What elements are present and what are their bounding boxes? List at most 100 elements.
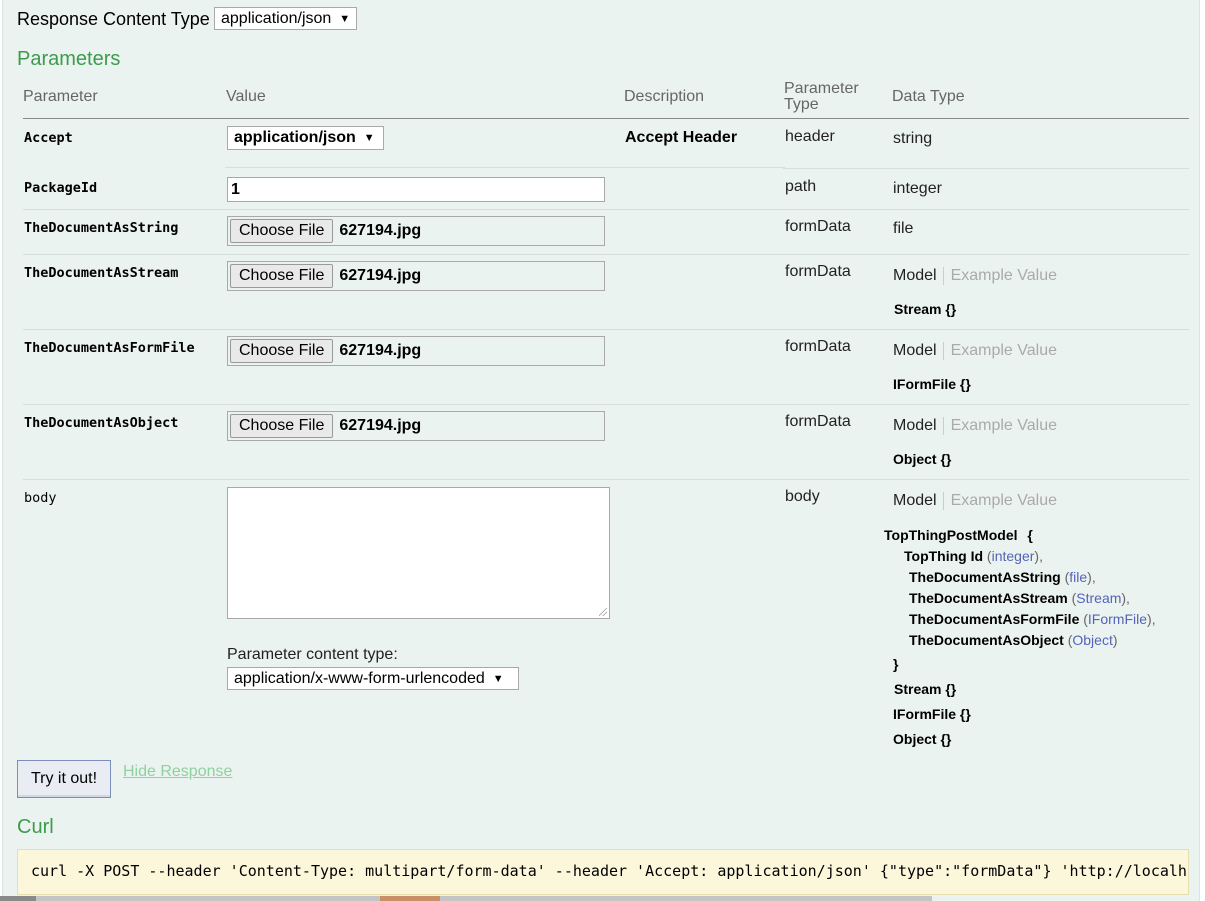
model-property: TheDocumentAsString (file), — [909, 569, 1096, 585]
chevron-down-icon: ▼ — [492, 672, 504, 685]
header-description: Description — [624, 88, 705, 105]
accept-select[interactable]: application/json ▼ — [227, 126, 384, 150]
model-tab[interactable]: Model — [893, 417, 944, 435]
document-as-formfile-param-type: formData — [785, 338, 851, 355]
header-parameter-type-line2: Type — [784, 96, 819, 113]
param-name-document-as-object: TheDocumentAsObject — [24, 415, 179, 431]
parameters-title: Parameters — [17, 48, 121, 70]
accept-data-type: string — [893, 130, 933, 147]
choose-file-button[interactable]: Choose File — [230, 414, 334, 438]
row-divider — [225, 167, 785, 168]
model-property-name: TheDocumentAsObject — [909, 632, 1064, 648]
document-as-stream-param-type: formData — [785, 263, 851, 280]
accept-select-value: application/json — [234, 129, 356, 146]
document-as-object-tabs: Model Example Value — [893, 417, 1057, 435]
choose-file-button[interactable]: Choose File — [230, 219, 334, 243]
document-as-formfile-schema: IFormFile {} — [893, 376, 971, 392]
chosen-file-name: 627194.jpg — [339, 222, 422, 239]
document-as-string-file-input[interactable]: Choose File 627194.jpg — [227, 216, 605, 246]
model-property-paren: ) — [1112, 632, 1118, 648]
model-property-paren: ), — [1121, 590, 1130, 606]
body-model-signature: TopThingPostModel { — [884, 527, 1033, 543]
header-parameter: Parameter — [23, 88, 98, 105]
document-as-stream-schema: Stream {} — [894, 301, 957, 317]
document-as-stream-file-input[interactable]: Choose File 627194.jpg — [227, 261, 605, 291]
chosen-file-name: 627194.jpg — [339, 342, 422, 359]
document-as-object-file-input[interactable]: Choose File 627194.jpg — [227, 411, 605, 441]
model-property-name: TheDocumentAsString — [909, 569, 1061, 585]
hide-response-link[interactable]: Hide Response — [123, 763, 232, 781]
model-property-name: TheDocumentAsFormFile — [909, 611, 1080, 627]
model-property-paren: ( — [1079, 611, 1088, 627]
model-property-type[interactable]: IFormFile — [1088, 611, 1147, 627]
operation-panel: Response Content Type application/json ▼… — [2, 0, 1200, 901]
param-name-body: body — [24, 490, 57, 506]
document-as-stream-tabs: Model Example Value — [893, 267, 1057, 285]
param-name-document-as-string: TheDocumentAsString — [24, 220, 179, 236]
body-tabs: Model Example Value — [893, 492, 1057, 510]
choose-file-button[interactable]: Choose File — [230, 339, 334, 363]
parameter-content-type-select[interactable]: application/x-www-form-urlencoded ▼ — [227, 667, 519, 690]
response-content-type-value: application/json — [221, 9, 332, 27]
scrollbar-left-cap — [0, 896, 36, 901]
model-property-paren: ( — [1060, 569, 1070, 585]
row-divider — [23, 254, 1189, 255]
parameter-content-type-value: application/x-www-form-urlencoded — [234, 669, 485, 687]
model-tab[interactable]: Model — [893, 492, 944, 510]
model-extra-stream: Stream {} — [894, 681, 957, 697]
example-value-tab[interactable]: Example Value — [944, 342, 1057, 360]
horizontal-scrollbar[interactable] — [36, 896, 932, 901]
body-textarea[interactable] — [227, 487, 610, 619]
packageid-param-type: path — [785, 178, 817, 195]
scrollbar-thumb[interactable] — [380, 896, 440, 901]
packageid-data-type: integer — [893, 180, 942, 197]
document-as-string-data-type: file — [893, 220, 914, 237]
model-property-type[interactable]: Object — [1072, 632, 1112, 648]
model-tab[interactable]: Model — [893, 267, 944, 285]
row-divider — [23, 404, 1189, 405]
model-property: TheDocumentAsObject (Object) — [909, 632, 1118, 648]
response-content-type-select[interactable]: application/json ▼ — [214, 7, 357, 30]
document-as-object-param-type: formData — [785, 413, 851, 430]
param-name-packageid: PackageId — [24, 180, 98, 196]
example-value-tab[interactable]: Example Value — [944, 417, 1057, 435]
model-property-paren: ), — [1087, 569, 1096, 585]
header-value: Value — [226, 88, 266, 105]
model-close-brace: } — [893, 656, 899, 672]
row-divider — [23, 479, 1189, 480]
header-divider — [23, 118, 1189, 119]
model-property-type[interactable]: Stream — [1076, 590, 1121, 606]
model-property-type[interactable]: integer — [992, 548, 1035, 564]
curl-command-box: curl -X POST --header 'Content-Type: mul… — [17, 849, 1189, 895]
row-divider — [23, 329, 1189, 330]
example-value-tab[interactable]: Example Value — [944, 492, 1057, 510]
packageid-input[interactable]: 1 — [227, 177, 605, 202]
document-as-formfile-file-input[interactable]: Choose File 627194.jpg — [227, 336, 605, 366]
chevron-down-icon: ▼ — [363, 132, 375, 144]
curl-title: Curl — [17, 816, 54, 838]
param-name-accept: Accept — [24, 130, 73, 146]
choose-file-button[interactable]: Choose File — [230, 264, 334, 288]
model-property-paren: ), — [1034, 548, 1043, 564]
parameter-content-type-label: Parameter content type: — [227, 646, 398, 663]
model-tab[interactable]: Model — [893, 342, 944, 360]
model-property-type[interactable]: file — [1069, 569, 1087, 585]
model-property-paren: ( — [983, 548, 992, 564]
example-value-tab[interactable]: Example Value — [944, 267, 1057, 285]
document-as-formfile-tabs: Model Example Value — [893, 342, 1057, 360]
param-name-document-as-stream: TheDocumentAsStream — [24, 265, 179, 281]
model-property-name: TopThing Id — [904, 548, 984, 564]
chosen-file-name: 627194.jpg — [339, 267, 422, 284]
model-property: TopThing Id (integer), — [904, 548, 1043, 564]
try-it-out-button[interactable]: Try it out! — [17, 760, 111, 798]
document-as-string-param-type: formData — [785, 218, 851, 235]
model-property: TheDocumentAsFormFile (IFormFile), — [909, 611, 1156, 627]
model-property-paren: ), — [1147, 611, 1156, 627]
model-property-name: TheDocumentAsStream — [909, 590, 1068, 606]
model-property: TheDocumentAsStream (Stream), — [909, 590, 1130, 606]
resize-grip-icon[interactable] — [599, 608, 607, 616]
body-param-type: body — [785, 488, 820, 505]
row-divider — [23, 209, 1189, 210]
chosen-file-name: 627194.jpg — [339, 417, 422, 434]
model-open-brace: { — [1027, 527, 1033, 543]
